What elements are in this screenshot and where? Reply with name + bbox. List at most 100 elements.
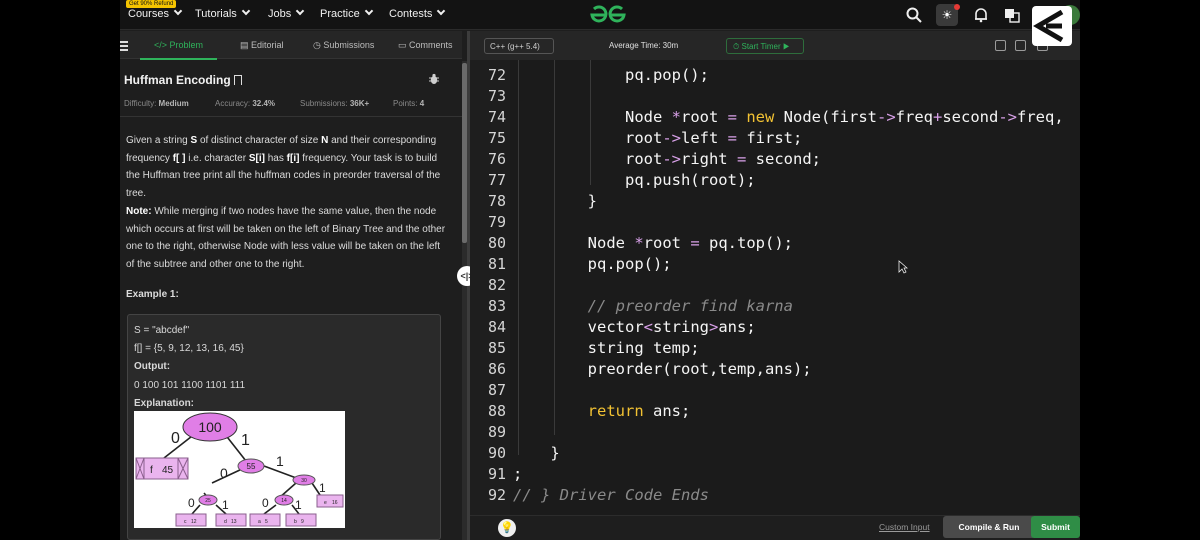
export-icon[interactable] [1015, 40, 1026, 51]
line-number: 75 [487, 129, 506, 147]
example-heading: Example 1: [126, 289, 179, 300]
code-line: pq.push(root); [513, 171, 756, 189]
line-number: 83 [487, 297, 506, 315]
line-number: 78 [487, 192, 506, 210]
tree-node-label: 30 [301, 478, 307, 484]
tab-comments[interactable]: ▭ Comments [398, 40, 453, 51]
edge-label: 0 [188, 496, 195, 510]
difficulty-meta: Difficulty: Medium [124, 99, 189, 108]
line-number: 87 [487, 381, 506, 399]
tab-problem[interactable]: </> Problem [139, 40, 218, 60]
top-navbar: Get 90% Refund Courses Tutorials Jobs Pr… [120, 0, 1080, 30]
edge-label: 1 [319, 481, 326, 495]
edge-label: 0 [262, 496, 269, 510]
example-input-f: f[] = {5, 9, 12, 13, 16, 45} [134, 343, 244, 354]
code-line: return ans; [587, 402, 691, 420]
leaf-label: 45 [162, 465, 174, 476]
editor-panel: C++ (g++ 5.4) Average Time: 30m ⏱ Start … [470, 31, 1080, 540]
chevron-down-icon [296, 6, 305, 16]
leaf-label: 13 [231, 519, 237, 525]
edge-label: 1 [295, 498, 302, 512]
leaf-label: 16 [332, 500, 338, 506]
language-select[interactable]: C++ (g++ 5.4) [484, 38, 554, 54]
line-number: 88 [487, 402, 506, 420]
line-number: 92 [487, 486, 506, 504]
code-line: // } Driver Code Ends [513, 486, 709, 504]
play-icon: ▶ [782, 42, 790, 51]
leaf-label: d [224, 519, 227, 525]
chevron-down-icon [173, 6, 183, 16]
lightbulb-icon[interactable]: 💡 [498, 519, 516, 537]
code-line: pq.pop(); [513, 66, 709, 84]
bug-report-icon[interactable] [428, 73, 440, 85]
line-number: 84 [487, 318, 506, 336]
tab-submissions[interactable]: ◷ Submissions [313, 40, 374, 51]
leaf-label: a [258, 519, 261, 525]
line-number: 76 [487, 150, 506, 168]
accuracy-meta: Accuracy: 32.4% [215, 99, 276, 108]
notification-dot [954, 4, 960, 10]
code-editor[interactable]: 72 pq.pop(); 73 74 Node *root = new Node(f… [470, 60, 1080, 515]
leaf-node-c: c 12 [175, 513, 207, 527]
refund-badge[interactable]: Get 90% Refund [126, 0, 177, 8]
line-number: 80 [487, 234, 506, 252]
comment-icon: ▭ [398, 40, 407, 50]
line-number: 85 [487, 339, 506, 357]
leaf-label: 12 [191, 519, 197, 525]
compile-run-button[interactable]: Compile & Run [943, 516, 1035, 538]
leaf-label: f [150, 465, 153, 476]
arrow-logo-icon [1033, 9, 1064, 43]
leaf-node-f: f 45 [135, 457, 189, 480]
code-line: } [513, 192, 597, 210]
nav-contests[interactable]: Contests [389, 6, 446, 20]
problem-title: Huffman Encoding [124, 73, 242, 87]
code-line: } [513, 444, 560, 462]
line-number: 73 [487, 87, 506, 105]
problem-panel: </> Problem ▤ Editorial ◷ Submissions ▭ … [120, 31, 462, 540]
nav-practice[interactable]: Practice [320, 6, 373, 20]
submissions-meta: Submissions: 36K+ [300, 99, 370, 108]
leaf-node-d: d 13 [215, 513, 247, 527]
chevron-down-icon [364, 6, 373, 16]
translate-icon[interactable] [1004, 7, 1020, 23]
nav-courses[interactable]: Courses [128, 6, 183, 20]
edge-label: 1 [241, 432, 250, 449]
submit-button[interactable]: Submit [1031, 516, 1080, 538]
leaf-node-a: a 5 [249, 513, 281, 527]
nav-jobs[interactable]: Jobs [268, 6, 305, 20]
search-icon[interactable] [906, 7, 922, 23]
line-number: 77 [487, 171, 506, 189]
bell-icon[interactable] [973, 7, 989, 23]
leaf-label: 9 [301, 519, 304, 525]
gfg-logo[interactable] [588, 4, 628, 26]
start-timer-button[interactable]: ⏱ Start Timer ▶ [726, 38, 804, 54]
code-line: string temp; [513, 339, 700, 357]
code-line: preorder(root,temp,ans); [513, 360, 812, 378]
line-number: 90 [487, 444, 506, 462]
code-line: ; [513, 465, 523, 483]
document-icon: ▤ [240, 40, 249, 50]
line-number: 86 [487, 360, 506, 378]
tab-editorial[interactable]: ▤ Editorial [240, 40, 284, 51]
leaf-node-b: b 9 [285, 513, 317, 527]
line-number: 91 [487, 465, 506, 483]
output-label: Output: [134, 361, 171, 372]
leaf-node-e: e 16 [316, 494, 344, 508]
bookmark-icon[interactable] [233, 75, 242, 85]
explanation-label: Explanation: [134, 398, 195, 409]
custom-input-link[interactable]: Custom Input [879, 522, 930, 532]
copy-icon[interactable] [995, 40, 1006, 51]
code-line: pq.pop(); [513, 255, 672, 273]
line-number: 89 [487, 423, 506, 441]
leaf-label: 5 [265, 519, 268, 525]
edge-label: 0 [220, 465, 228, 481]
tree-node-label: 100 [198, 419, 222, 435]
nav-tutorials[interactable]: Tutorials [195, 6, 251, 20]
example-input-s: S = "abcdef" [134, 325, 190, 336]
average-time: Average Time: 30m [609, 41, 679, 50]
code-line: // preorder find karna [587, 297, 793, 315]
edge-label: 1 [222, 498, 229, 512]
editor-toolbar: C++ (g++ 5.4) Average Time: 30m ⏱ Start … [470, 31, 1080, 60]
line-number: 79 [487, 213, 506, 231]
menu-icon[interactable] [120, 41, 128, 51]
